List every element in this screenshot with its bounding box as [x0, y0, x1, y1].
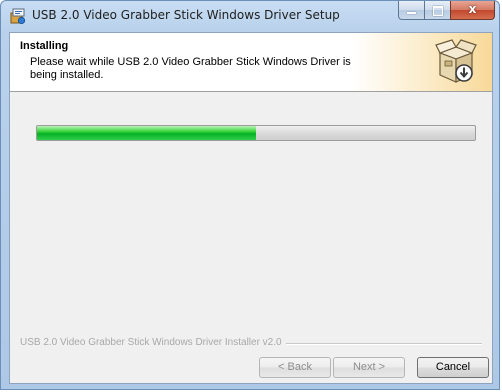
- setup-window: USB 2.0 Video Grabber Stick Windows Driv…: [0, 0, 500, 390]
- close-button[interactable]: x: [450, 1, 495, 20]
- page-title: Installing: [20, 40, 69, 52]
- wizard-header: Installing Please wait while USB 2.0 Vid…: [10, 33, 492, 92]
- next-button[interactable]: Next >: [333, 357, 405, 378]
- window-title: USB 2.0 Video Grabber Stick Windows Driv…: [32, 8, 340, 22]
- installer-branding: USB 2.0 Video Grabber Stick Windows Driv…: [20, 337, 286, 348]
- caption-buttons: x: [398, 1, 495, 21]
- install-progress-bar: [36, 125, 476, 141]
- maximize-icon: [433, 6, 443, 16]
- wizard-body: Installing Please wait while USB 2.0 Vid…: [9, 32, 493, 384]
- branding-strip: USB 2.0 Video Grabber Stick Windows Driv…: [20, 337, 482, 351]
- progress-fill: [37, 126, 256, 140]
- minimize-icon: [407, 12, 416, 14]
- page-subtitle: Please wait while USB 2.0 Video Grabber …: [30, 56, 351, 81]
- installer-app-icon[interactable]: [9, 7, 27, 25]
- package-box-icon: [434, 39, 478, 85]
- back-button[interactable]: < Back: [259, 357, 331, 378]
- maximize-button[interactable]: [424, 1, 450, 20]
- close-icon: x: [468, 2, 477, 16]
- cancel-button[interactable]: Cancel: [417, 357, 489, 378]
- title-bar[interactable]: USB 2.0 Video Grabber Stick Windows Driv…: [1, 1, 499, 31]
- minimize-button[interactable]: [398, 1, 424, 20]
